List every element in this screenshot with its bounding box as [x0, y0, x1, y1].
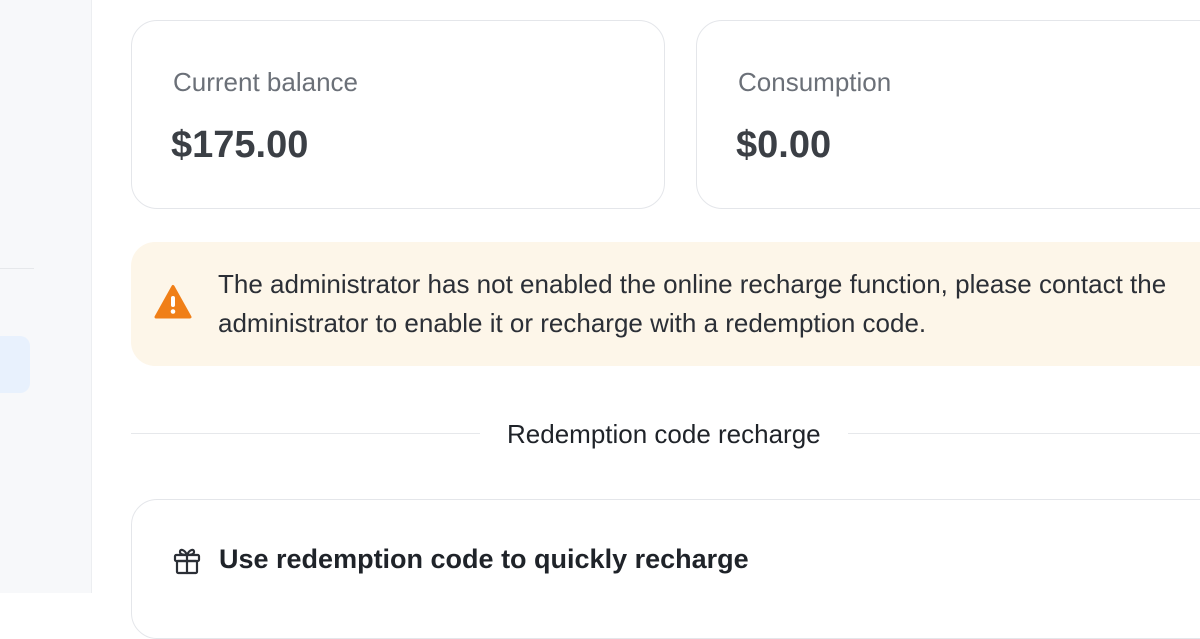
gift-icon [173, 548, 201, 575]
consumption-label: Consumption [738, 67, 892, 97]
balance-card: Current balance $175.00 [131, 20, 665, 209]
sidebar-divider [0, 268, 34, 269]
sidebar-item-active[interactable] [0, 336, 30, 393]
redeem-card: Use redemption code to quickly recharge [131, 499, 1200, 639]
warning-icon [154, 285, 192, 319]
sidebar [0, 0, 92, 593]
alert-message: The administrator has not enabled the on… [218, 269, 1167, 338]
balance-label: Current balance [173, 67, 358, 97]
consumption-card: Consumption $0.00 [696, 20, 1200, 209]
recharge-disabled-alert: The administrator has not enabled the on… [131, 242, 1200, 366]
balance-value: $175.00 [171, 124, 309, 166]
consumption-value: $0.00 [736, 124, 832, 166]
redeem-title: Use redemption code to quickly recharge [219, 544, 749, 574]
section-title: Redemption code recharge [480, 419, 848, 450]
